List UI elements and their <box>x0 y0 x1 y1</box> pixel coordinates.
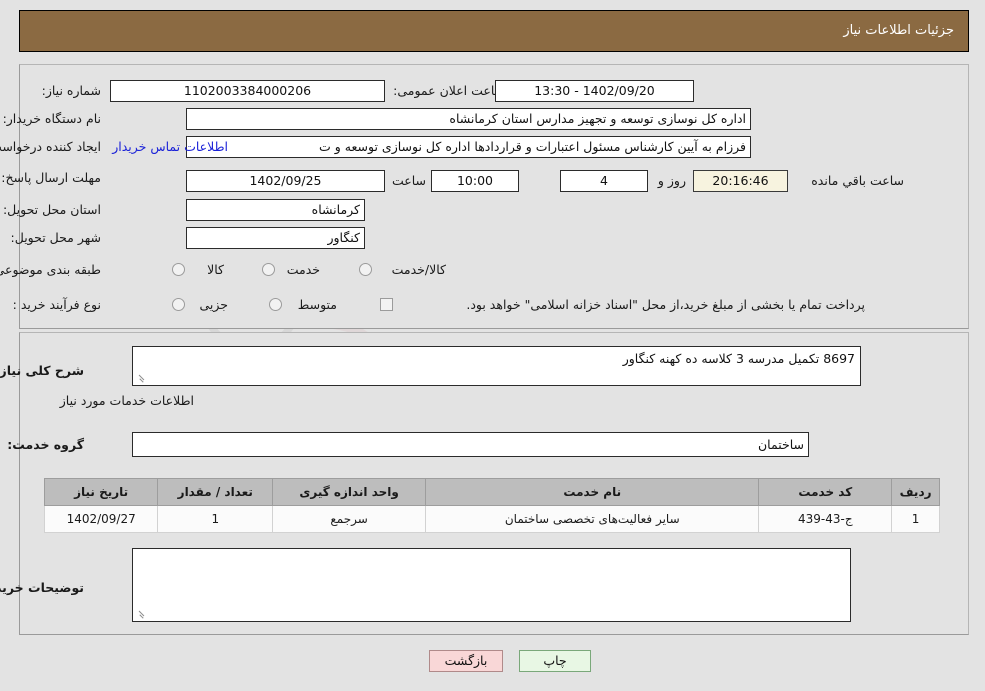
buyer-org-value: اداره کل نوسازی توسعه و تجهیز مدارس استا… <box>186 108 751 130</box>
treasury-bonds-label: پرداخت تمام یا بخشی از مبلغ خرید،از محل … <box>466 297 865 312</box>
back-button[interactable]: بازگشت <box>429 650 503 672</box>
radio-process-motevaset[interactable] <box>269 298 282 311</box>
requester-value: فرزام به آیین کارشناس مسئول اعتبارات و ق… <box>186 136 751 158</box>
remaining-days-value: 4 <box>560 170 648 192</box>
city-label: شهر محل تحویل: <box>10 230 101 245</box>
city-value: کنگاور <box>186 227 365 249</box>
col-service-code: کد خدمت <box>758 478 893 506</box>
deadline-hour-value: 10:00 <box>431 170 519 192</box>
province-value: کرمانشاه <box>186 199 365 221</box>
general-description-textarea[interactable]: 8697 تکمیل مدرسه 3 کلاسه ده کهنه کنگاور <box>132 346 861 386</box>
need-info-panel <box>19 64 969 329</box>
col-row-no: ردیف <box>891 478 940 506</box>
col-unit: واحد اندازه گیری <box>272 478 427 506</box>
col-service-name: نام خدمت <box>425 478 760 506</box>
page-root: AnaTender.net جزئیات اطلاعات نیاز شماره … <box>0 0 985 691</box>
radio-category-kala[interactable] <box>172 263 185 276</box>
radio-process-jozei[interactable] <box>172 298 185 311</box>
buyer-org-label: نام دستگاه خریدار: <box>2 111 101 126</box>
province-label: استان محل تحویل: <box>2 202 101 217</box>
remaining-time-countdown: 20:16:46 <box>693 170 788 192</box>
cell-service-code: ج-43-439 <box>758 505 893 533</box>
requester-label: ایجاد کننده درخواست: <box>0 139 101 154</box>
category-label: طبقه بندی موضوعی: <box>0 262 101 277</box>
cell-unit: سرجمع <box>272 505 427 533</box>
cell-need-date: 1402/09/27 <box>43 505 159 533</box>
resize-grip-icon[interactable] <box>136 374 146 384</box>
cell-row-no: 1 <box>891 505 940 533</box>
col-need-date: تاریخ نیاز <box>43 478 159 506</box>
treasury-bonds-checkbox[interactable] <box>380 298 393 311</box>
buyer-notes-textarea[interactable] <box>132 548 851 622</box>
announce-datetime-value: 13:30 - 1402/09/20 <box>495 80 694 102</box>
cell-service-name: سایر فعالیت‌های تخصصی ساختمان <box>425 505 760 533</box>
radio-category-kala-khedmat-label: کالا/خدمت <box>391 262 446 277</box>
radio-category-kala-label: کالا <box>207 262 224 277</box>
deadline-date-value: 1402/09/25 <box>186 170 385 192</box>
print-button[interactable]: چاپ <box>519 650 591 672</box>
buyer-notes-label: توضیحات خریدار: <box>0 580 84 595</box>
service-group-label: گروه خدمت: <box>7 437 84 452</box>
cell-quantity: 1 <box>157 505 274 533</box>
buyer-contact-link[interactable]: اطلاعات تماس خریدار <box>112 139 228 155</box>
remaining-days-label: روز و <box>657 173 686 188</box>
radio-category-kala-khedmat[interactable] <box>359 263 372 276</box>
radio-process-motevaset-label: متوسط <box>297 297 337 312</box>
general-description-label: شرح کلی نیاز: <box>0 363 84 378</box>
deadline-hour-label: ساعت <box>391 173 426 188</box>
need-number-value: 1102003384000206 <box>110 80 385 102</box>
radio-category-khedmat[interactable] <box>262 263 275 276</box>
page-title: جزئیات اطلاعات نیاز <box>843 23 954 38</box>
service-group-value: ساختمان <box>132 432 809 457</box>
deadline-label: مهلت ارسال پاسخ: تا تاریخ: <box>0 170 101 185</box>
services-table: ردیف کد خدمت نام خدمت واحد اندازه گیری ت… <box>43 478 940 533</box>
radio-category-khedmat-label: خدمت <box>286 262 320 277</box>
need-number-label: شماره نیاز: <box>41 83 101 98</box>
process-type-label: نوع فرآیند خرید : <box>12 297 101 312</box>
resize-grip-icon[interactable] <box>136 610 146 620</box>
general-description-value: 8697 تکمیل مدرسه 3 کلاسه ده کهنه کنگاور <box>622 351 855 366</box>
table-header-row: ردیف کد خدمت نام خدمت واحد اندازه گیری ت… <box>43 478 940 506</box>
col-quantity: تعداد / مقدار <box>157 478 274 506</box>
remaining-time-label: ساعت باقي مانده <box>811 173 904 188</box>
table-row: 1 ج-43-439 سایر فعالیت‌های تخصصی ساختمان… <box>43 505 940 533</box>
page-header-bar: جزئیات اطلاعات نیاز <box>19 10 969 52</box>
services-section-heading: اطلاعات خدمات مورد نیاز <box>59 393 194 408</box>
radio-process-jozei-label: جزیی <box>199 297 228 312</box>
